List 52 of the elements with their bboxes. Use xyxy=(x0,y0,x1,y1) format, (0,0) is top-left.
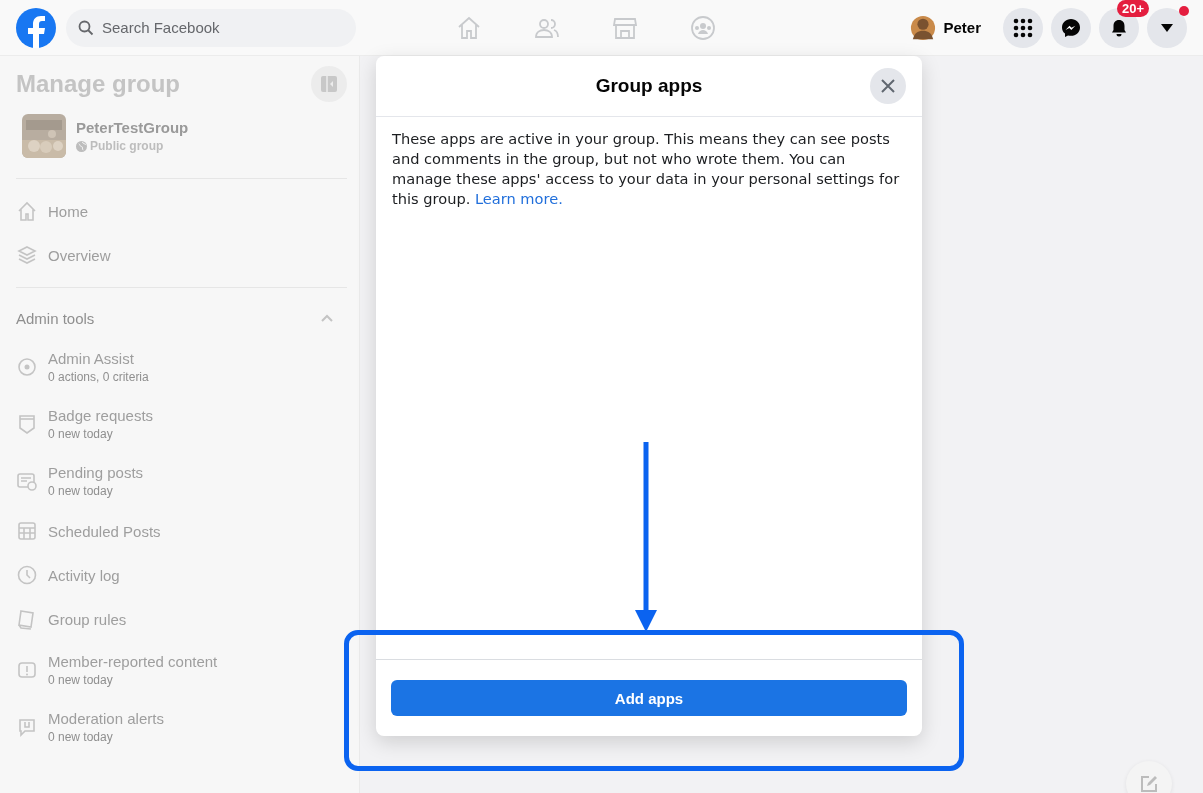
globe-icon xyxy=(76,140,87,152)
home-icon xyxy=(16,200,38,222)
item-label: Pending posts xyxy=(48,463,144,481)
sidebar-toggle-icon[interactable] xyxy=(311,66,347,102)
sidebar-item[interactable]: Moderation alerts 0 new today xyxy=(16,698,347,755)
item-label: Overview xyxy=(48,246,111,264)
sidebar-item[interactable]: Scheduled Posts xyxy=(16,509,347,553)
notification-badge: 20+ xyxy=(1116,0,1149,17)
item-label: Home xyxy=(48,202,88,220)
sidebar-item[interactable]: Home xyxy=(16,189,347,233)
dialog-text: These apps are active in your group. This means they can see posts and comments in the group, but not who wrote them. You can manage these apps' access to your data in your personal settings for this group. Learn more. xyxy=(392,129,901,209)
messenger-button[interactable] xyxy=(1051,7,1091,48)
item-label: Member-reported content xyxy=(48,652,218,670)
sidebar-item[interactable]: Activity log xyxy=(16,553,347,597)
item-label: Badge requests xyxy=(48,406,154,424)
dialog-title: Group apps xyxy=(595,75,703,97)
sidebar-item[interactable]: Pending posts 0 new today xyxy=(16,452,347,509)
caret-icon xyxy=(1161,23,1173,32)
item-subtitle: 0 new today xyxy=(48,483,114,498)
item-label: Group rules xyxy=(48,610,127,628)
search-icon xyxy=(78,19,94,36)
profile-chip[interactable]: Peter xyxy=(910,14,981,41)
item-subtitle: 0 new today xyxy=(48,672,114,687)
avatar-icon xyxy=(910,14,937,41)
grid-icon xyxy=(1013,17,1033,38)
sidebar-item[interactable]: Member-reported content 0 new today xyxy=(16,641,347,698)
item-label: Scheduled Posts xyxy=(48,522,161,540)
edit-icon xyxy=(1139,774,1159,793)
sidebar-item[interactable]: Admin Assist 0 actions, 0 criteria xyxy=(16,338,347,395)
messenger-icon xyxy=(1061,17,1081,38)
account-button[interactable] xyxy=(1147,7,1187,48)
search-field[interactable]: Search Facebook xyxy=(66,8,356,47)
section-header[interactable]: Admin tools xyxy=(16,298,347,338)
group-privacy: Public group xyxy=(90,139,164,153)
close-button[interactable] xyxy=(870,68,906,104)
menu-button[interactable] xyxy=(1003,7,1043,48)
item-subtitle: 0 new today xyxy=(48,426,114,441)
sidebar-item[interactable]: Overview xyxy=(16,233,347,277)
group-name: PeterTestGroup xyxy=(76,119,189,136)
sidebar-item[interactable]: Badge requests 0 new today xyxy=(16,395,347,452)
item-label: Activity log xyxy=(48,566,120,584)
item-subtitle: 0 actions, 0 criteria xyxy=(48,369,149,384)
item-subtitle: 0 new today xyxy=(48,729,114,744)
close-icon xyxy=(880,78,896,94)
item-label: Admin Assist xyxy=(48,349,135,367)
logo-icon[interactable] xyxy=(16,7,56,48)
group-card[interactable]: PeterTestGroup Public group xyxy=(16,104,347,168)
bell-icon xyxy=(1109,17,1129,38)
item-label: Moderation alerts xyxy=(48,709,164,727)
add-apps-button[interactable]: Add apps xyxy=(391,680,907,716)
learn-more-link[interactable]: Learn more. xyxy=(474,190,563,207)
sidebar-item[interactable]: Group rules xyxy=(16,597,347,641)
